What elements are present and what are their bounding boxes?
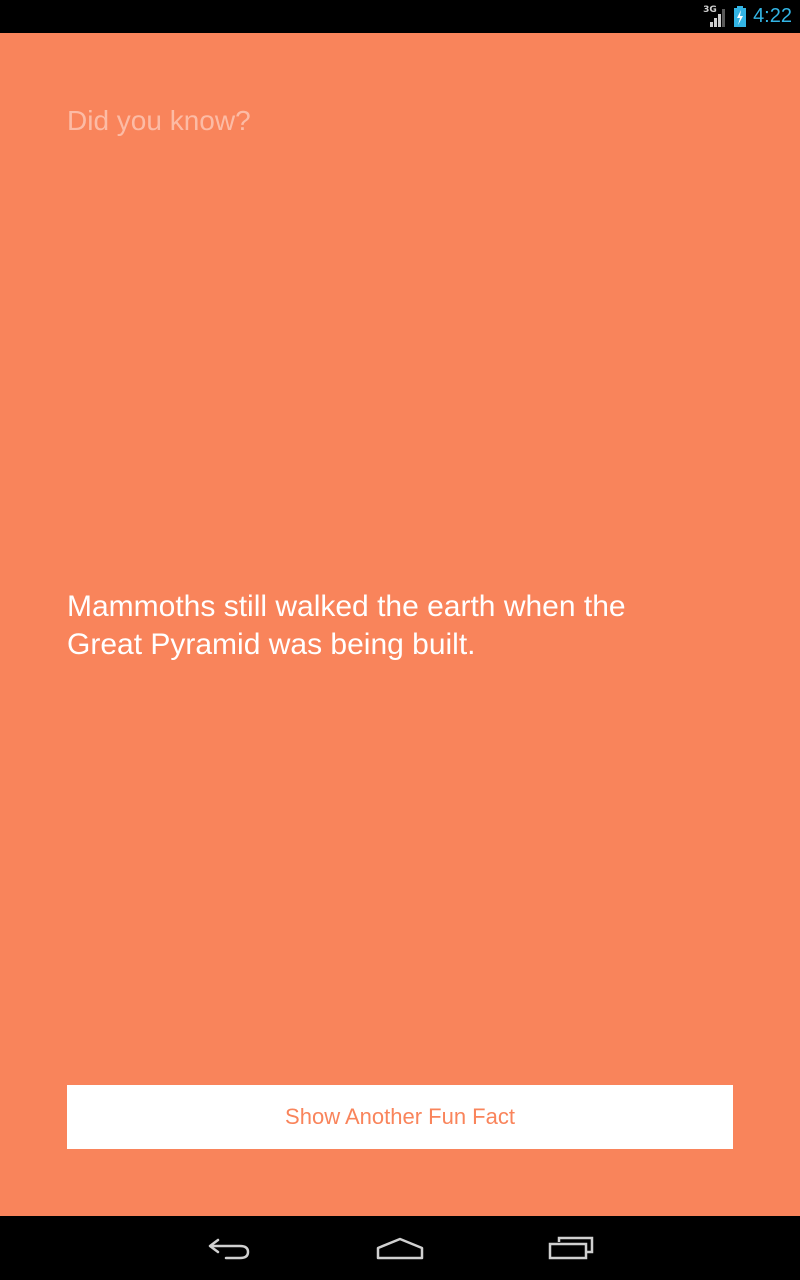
home-icon [376, 1237, 424, 1260]
fun-facts-screen: Did you know? Mammoths still walked the … [0, 33, 800, 1216]
status-icons: 3G 4:22 [703, 0, 792, 33]
home-button[interactable] [368, 1228, 432, 1268]
battery-charging-icon [734, 5, 747, 27]
status-bar: 3G 4:22 [0, 0, 800, 33]
fun-fact-text: Mammoths still walked the earth when the… [67, 590, 626, 661]
recent-apps-icon [548, 1236, 594, 1260]
recent-apps-button[interactable] [539, 1228, 603, 1268]
show-another-fact-label: Show Another Fun Fact [285, 1104, 515, 1129]
clock: 4:22 [753, 5, 792, 27]
show-another-fact-button[interactable]: Show Another Fun Fact [67, 1085, 733, 1149]
signal-indicator: 3G [703, 5, 727, 28]
did-you-know-heading: Did you know? [67, 105, 251, 136]
navigation-bar [0, 1216, 800, 1280]
back-button[interactable] [198, 1228, 262, 1268]
signal-bars-icon [710, 8, 726, 27]
back-arrow-icon [208, 1238, 250, 1260]
